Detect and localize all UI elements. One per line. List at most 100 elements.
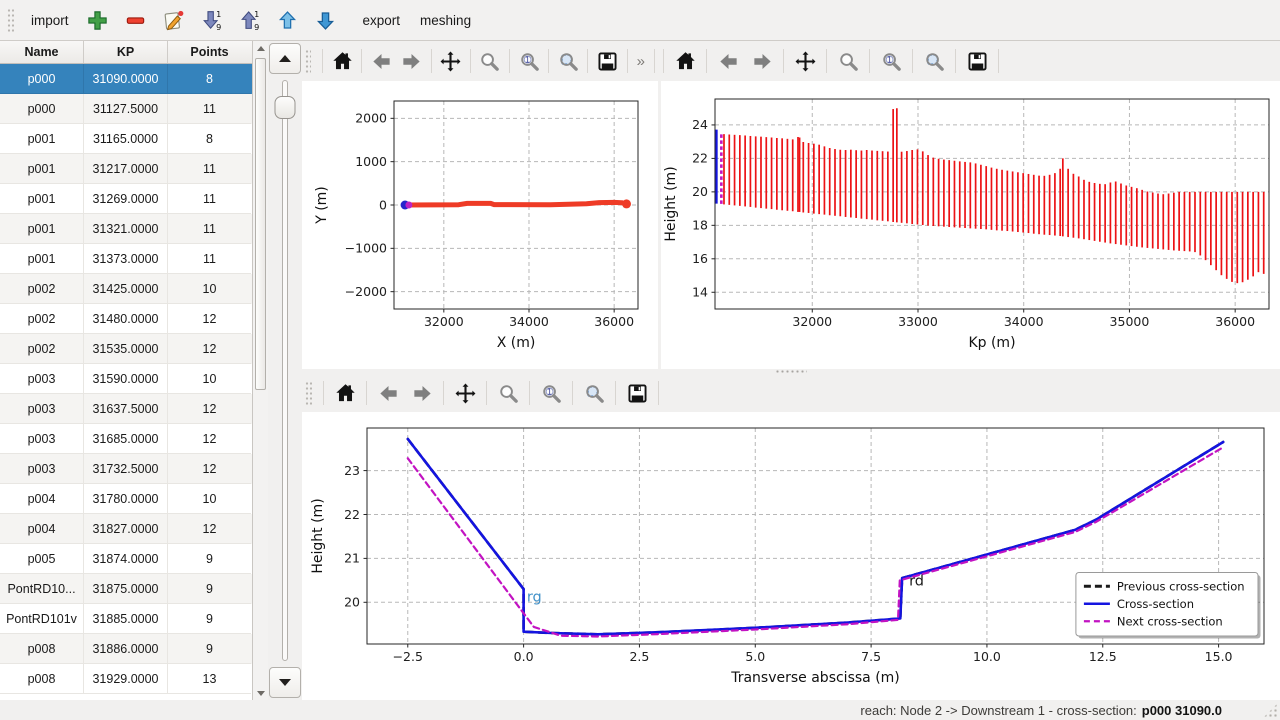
table-row[interactable]: p00131269.000011 <box>0 184 252 214</box>
table-row[interactable]: PontRD10...31875.00009 <box>0 574 252 604</box>
table-scrollbar[interactable] <box>253 41 268 700</box>
legend-label: Next cross-section <box>1117 614 1223 628</box>
table-row[interactable]: p00531874.00009 <box>0 544 252 574</box>
table-row[interactable]: p00131165.00008 <box>0 124 252 154</box>
zoom-original-button[interactable]: 1 <box>876 46 906 76</box>
toolbar-separator <box>548 49 549 73</box>
home-icon <box>674 50 697 73</box>
export-button[interactable]: export <box>353 7 411 34</box>
cell-name: p001 <box>0 184 84 214</box>
column-header-kp[interactable]: KP <box>84 41 168 63</box>
pan-button[interactable] <box>438 46 464 76</box>
forward-button[interactable] <box>398 46 424 76</box>
trace-plot-canvas[interactable]: 320003400036000−2000−1000010002000X (m)Y… <box>302 81 658 369</box>
cell-points: 12 <box>168 394 251 424</box>
table-row[interactable]: p00131373.000011 <box>0 244 252 274</box>
svg-text:9: 9 <box>216 22 221 32</box>
toolbar-separator <box>663 49 664 73</box>
table-row[interactable]: p00331685.000012 <box>0 424 252 454</box>
back-button[interactable] <box>713 46 743 76</box>
scroll-down-icon[interactable] <box>253 686 268 700</box>
forward-button[interactable] <box>407 378 437 408</box>
down-triangle-icon <box>279 679 291 686</box>
zoom-original-button[interactable]: 1 <box>536 378 566 408</box>
home-button[interactable] <box>670 46 700 76</box>
scrollbar-thumb[interactable] <box>255 58 266 390</box>
table-row[interactable]: p00031127.500011 <box>0 94 252 124</box>
pan-button[interactable] <box>790 46 820 76</box>
add-cross-section-button[interactable] <box>83 5 113 35</box>
edit-cross-section-button[interactable] <box>159 5 189 35</box>
import-button[interactable]: import <box>21 7 79 34</box>
cross-section-table: Name KP Points p00031090.00008p00031127.… <box>0 41 253 700</box>
sort-ascending-button[interactable]: 19 <box>235 5 265 35</box>
save-figure-button[interactable] <box>622 378 652 408</box>
horizontal-splitter[interactable] <box>302 369 1280 374</box>
legend: Previous cross-sectionCross-sectionNext … <box>1076 573 1261 639</box>
cell-points: 11 <box>168 244 251 274</box>
home-button[interactable] <box>330 378 360 408</box>
move-up-button[interactable] <box>273 5 303 35</box>
table-row[interactable]: p00131321.000011 <box>0 214 252 244</box>
table-row[interactable]: p00831886.00009 <box>0 634 252 664</box>
main-toolbar: import 19 19 exportmeshing <box>0 0 1280 40</box>
table-row[interactable]: p00431780.000010 <box>0 484 252 514</box>
meshing-button[interactable]: meshing <box>410 7 481 34</box>
toolbar-drag-handle[interactable] <box>305 381 312 405</box>
status-bar: reach: Node 2 -> Downstream 1 - cross-se… <box>0 700 1280 720</box>
zoom-original-button[interactable]: 1 <box>516 46 542 76</box>
zoom-button[interactable] <box>833 46 863 76</box>
column-header-points[interactable]: Points <box>168 41 251 63</box>
svg-text:24: 24 <box>692 117 708 132</box>
data-marker <box>405 202 412 209</box>
table-row[interactable]: p00131217.000011 <box>0 154 252 184</box>
slider-up-button[interactable] <box>269 43 301 74</box>
move-down-button[interactable] <box>311 5 341 35</box>
cell-name: PontRD10... <box>0 574 84 604</box>
y-axis-label: Y (m) <box>314 186 330 225</box>
save-figure-button[interactable] <box>962 46 992 76</box>
table-row[interactable]: p00031090.00008 <box>0 64 252 94</box>
sort-descending-button[interactable]: 19 <box>197 5 227 35</box>
cross-section-list-panel: Name KP Points p00031090.00008p00031127.… <box>0 41 268 700</box>
status-text: reach: Node 2 -> Downstream 1 - cross-se… <box>860 703 1136 718</box>
resize-grip[interactable] <box>1263 703 1278 718</box>
section-plot-canvas[interactable]: −2.50.02.55.07.510.012.515.020212223Tran… <box>302 412 1279 701</box>
home-button[interactable] <box>329 46 355 76</box>
table-row[interactable]: PontRD101v31885.00009 <box>0 604 252 634</box>
back-button[interactable] <box>373 378 403 408</box>
table-row[interactable]: p00431827.000012 <box>0 514 252 544</box>
remove-cross-section-button[interactable] <box>121 5 151 35</box>
zoom-selection-button[interactable] <box>919 46 949 76</box>
svg-text:33000: 33000 <box>898 314 938 329</box>
back-button[interactable] <box>368 46 394 76</box>
table-row[interactable]: p00331732.500012 <box>0 454 252 484</box>
scroll-up-icon[interactable] <box>253 41 268 55</box>
toolbar-drag-handle[interactable] <box>305 49 311 73</box>
profile-plot-canvas[interactable]: 3200033000340003500036000141618202224Kp … <box>661 81 1280 369</box>
table-row[interactable]: p00231535.000012 <box>0 334 252 364</box>
table-row[interactable]: p00231480.000012 <box>0 304 252 334</box>
slider-track[interactable] <box>282 80 288 661</box>
annotation-rg: rg <box>527 589 542 605</box>
table-row[interactable]: p00331590.000010 <box>0 364 252 394</box>
forward-button[interactable] <box>747 46 777 76</box>
zoom-selection-button[interactable] <box>579 378 609 408</box>
svg-text:−1000: −1000 <box>345 241 387 256</box>
column-header-name[interactable]: Name <box>0 41 84 63</box>
svg-text:0: 0 <box>379 197 387 212</box>
toolbar-overflow-button[interactable]: » <box>632 53 650 70</box>
table-row[interactable]: p00831929.000013 <box>0 664 252 694</box>
toolbar-drag-handle[interactable] <box>7 8 14 32</box>
slider-down-button[interactable] <box>269 667 301 698</box>
zoom-button[interactable] <box>493 378 523 408</box>
table-row[interactable]: p00231425.000010 <box>0 274 252 304</box>
zoom-button[interactable] <box>477 46 503 76</box>
toolbar-separator <box>509 49 510 73</box>
slider-thumb[interactable] <box>275 96 296 119</box>
toolbar-separator <box>826 49 827 73</box>
pan-button[interactable] <box>450 378 480 408</box>
zoom-selection-button[interactable] <box>555 46 581 76</box>
table-row[interactable]: p00331637.500012 <box>0 394 252 424</box>
save-figure-button[interactable] <box>594 46 620 76</box>
